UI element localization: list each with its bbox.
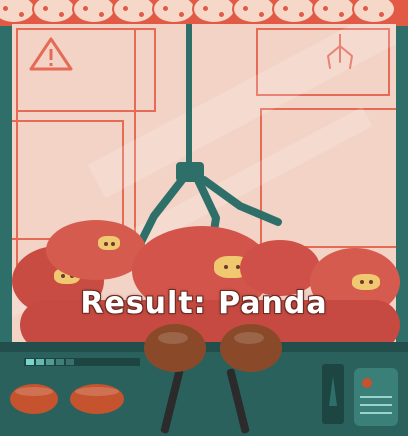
pig-prize bbox=[46, 220, 146, 280]
meter-segment bbox=[56, 359, 64, 365]
meter-segment bbox=[46, 359, 54, 365]
info-line bbox=[360, 396, 392, 398]
claw-rod bbox=[186, 24, 192, 174]
meter-segment bbox=[36, 359, 44, 365]
meter-segment bbox=[66, 359, 74, 365]
result-text: Result: Panda bbox=[80, 286, 328, 321]
right-control-button[interactable] bbox=[70, 384, 124, 414]
right-joystick-knob[interactable] bbox=[220, 324, 282, 372]
left-control-button[interactable] bbox=[10, 384, 58, 414]
coin-slot[interactable] bbox=[322, 364, 344, 424]
power-meter bbox=[24, 358, 140, 366]
left-joystick-knob[interactable] bbox=[144, 324, 206, 372]
pig-snout bbox=[98, 236, 120, 250]
info-line bbox=[360, 404, 392, 406]
claw-machine: Result: Panda bbox=[0, 0, 408, 436]
meter-segment bbox=[26, 359, 34, 365]
info-line bbox=[360, 412, 392, 414]
warning-triangle-icon bbox=[29, 37, 73, 71]
info-plate bbox=[354, 368, 398, 426]
